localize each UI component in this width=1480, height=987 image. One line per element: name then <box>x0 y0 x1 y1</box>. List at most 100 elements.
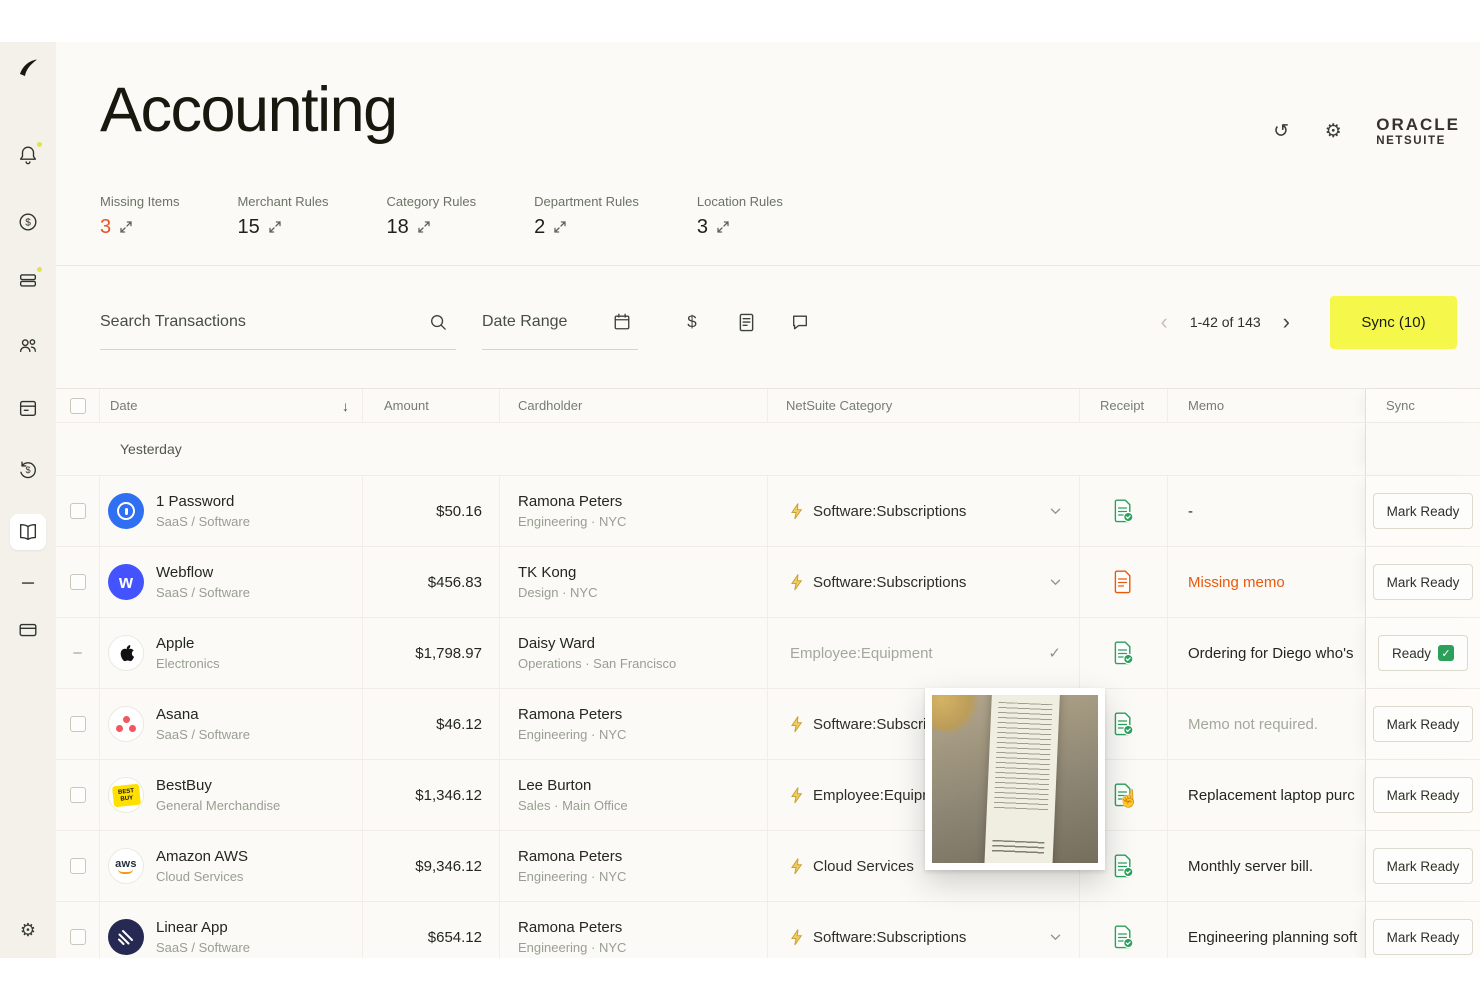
merchant-name: Amazon AWS <box>156 848 248 865</box>
auto-bolt-icon <box>790 929 803 946</box>
expand-icon[interactable] <box>717 216 729 239</box>
app-logo-icon[interactable] <box>16 56 40 80</box>
calendar-icon[interactable] <box>16 396 40 420</box>
mark-ready-button[interactable]: Mark Ready <box>1373 848 1474 884</box>
row-checkbox[interactable] <box>70 858 86 874</box>
column-header-sync[interactable]: Sync <box>1386 398 1415 413</box>
expand-icon[interactable] <box>554 216 566 239</box>
table-row[interactable]: Apple Electronics $1,798.97 Daisy Ward O… <box>56 618 1480 689</box>
brand-line2: NETSUITE <box>1376 135 1460 148</box>
memo-filter-icon[interactable] <box>788 310 812 334</box>
mark-ready-button[interactable]: Mark Ready <box>1373 706 1474 742</box>
table-row[interactable]: BEST BUY BestBuy General Merchandise $1,… <box>56 760 1480 831</box>
brand-line1: ORACLE <box>1376 116 1460 135</box>
select-all-checkbox[interactable] <box>70 398 86 414</box>
settings-gear-icon[interactable]: ⚙ <box>16 918 40 942</box>
hand-cursor-icon: ☝ <box>1118 789 1139 809</box>
cards-stack-icon[interactable] <box>16 268 40 292</box>
filter-icons: $ <box>680 310 812 334</box>
mark-ready-button[interactable]: Mark Ready <box>1373 564 1474 600</box>
notifications-bell-icon[interactable] <box>16 143 40 167</box>
memo[interactable]: Monthly server bill. <box>1168 831 1365 901</box>
people-icon[interactable] <box>16 333 40 357</box>
reimbursements-icon[interactable]: $ <box>16 458 40 482</box>
expand-icon[interactable] <box>418 216 430 239</box>
column-header-receipt[interactable]: Receipt <box>1100 398 1144 413</box>
column-header-amount[interactable]: Amount <box>384 398 429 413</box>
cardholder-name: Ramona Peters <box>518 919 767 936</box>
settings-icon[interactable]: ⚙ <box>1320 119 1346 145</box>
chevron-down-icon <box>1050 934 1061 941</box>
cardholder-detail: Engineering · NYC <box>518 727 767 742</box>
search-placeholder: Search Transactions <box>100 313 246 331</box>
table-row[interactable]: aws Amazon AWS Cloud Services $9,346.12 … <box>56 831 1480 902</box>
history-icon[interactable]: ↺ <box>1268 119 1294 145</box>
cardholder-name: Ramona Peters <box>518 706 767 723</box>
table-row[interactable]: w Webflow SaaS / Software $456.83 TK Kon… <box>56 547 1480 618</box>
column-header-memo[interactable]: Memo <box>1188 398 1224 413</box>
receipt-verified-icon[interactable] <box>1113 925 1134 949</box>
stat-label: Category Rules <box>387 194 477 209</box>
receipt-verified-icon[interactable] <box>1113 499 1134 523</box>
stat-value: 3 <box>697 216 708 239</box>
main-content: Accounting ↺ ⚙ ORACLE NETSUITE Missing I… <box>56 42 1480 987</box>
column-header-date[interactable]: Date <box>110 398 137 413</box>
receipt-verified-icon[interactable] <box>1113 854 1134 878</box>
receipt-verified-icon[interactable] <box>1113 712 1134 736</box>
memo[interactable]: Memo not required. <box>1168 689 1365 759</box>
search-input[interactable]: Search Transactions <box>100 294 456 350</box>
expand-icon[interactable] <box>269 216 281 239</box>
amount-filter-icon[interactable]: $ <box>680 310 704 334</box>
ready-label: Ready <box>1392 646 1431 661</box>
category-select[interactable]: Software:Subscriptions <box>768 476 1080 546</box>
payments-icon[interactable]: $ <box>16 210 40 234</box>
memo[interactable]: Replacement laptop purc <box>1168 760 1365 830</box>
merchant-type: General Merchandise <box>156 798 280 813</box>
sort-desc-icon[interactable]: ↓ <box>342 398 349 414</box>
receipt-missing-icon[interactable] <box>1113 570 1134 594</box>
section-divider <box>56 265 1480 266</box>
row-checkbox[interactable] <box>70 503 86 519</box>
merchant-type: Cloud Services <box>156 869 248 884</box>
column-header-category[interactable]: NetSuite Category <box>786 398 892 413</box>
mark-ready-button[interactable]: Mark Ready <box>1373 777 1474 813</box>
merchant-logo-aws: aws <box>108 848 144 884</box>
stat-merchant-rules: Merchant Rules 15 <box>237 194 328 239</box>
row-checkbox[interactable] <box>70 787 86 803</box>
chevron-down-icon <box>1050 508 1061 515</box>
stat-value: 3 <box>100 216 111 239</box>
transactions-table: Date ↓ Amount Cardholder NetSuite Catego… <box>56 388 1480 973</box>
next-page-icon[interactable]: › <box>1283 311 1290 333</box>
memo[interactable]: - <box>1168 476 1365 546</box>
table-row[interactable]: Asana SaaS / Software $46.12 Ramona Pete… <box>56 689 1480 760</box>
collapse-icon[interactable] <box>16 571 40 595</box>
receipt-preview-popup[interactable] <box>925 688 1105 870</box>
cardholder-name: TK Kong <box>518 564 767 581</box>
memo[interactable]: Ordering for Diego who's <box>1168 618 1365 688</box>
row-checkbox[interactable] <box>70 929 86 945</box>
row-checkbox[interactable] <box>70 574 86 590</box>
category-select[interactable]: Software:Subscriptions <box>768 547 1080 617</box>
ready-button[interactable]: Ready ✓ <box>1378 635 1468 671</box>
column-header-cardholder[interactable]: Cardholder <box>518 398 582 413</box>
mark-ready-button[interactable]: Mark Ready <box>1373 919 1474 955</box>
wallet-card-icon[interactable] <box>16 618 40 642</box>
memo[interactable]: Missing memo <box>1168 547 1365 617</box>
merchant-name: Apple <box>156 635 220 652</box>
table-row[interactable]: 1 Password SaaS / Software $50.16 Ramona… <box>56 476 1480 547</box>
prev-page-icon[interactable]: ‹ <box>1161 311 1168 333</box>
date-range-picker[interactable]: Date Range <box>482 294 638 350</box>
auto-bolt-icon <box>790 503 803 520</box>
receipt-filter-icon[interactable] <box>734 310 758 334</box>
mark-ready-button[interactable]: Mark Ready <box>1373 493 1474 529</box>
row-indeterminate-mark[interactable] <box>73 644 81 662</box>
expand-icon[interactable] <box>120 216 132 239</box>
receipt-verified-icon[interactable] <box>1113 641 1134 665</box>
stats-row: Missing Items 3 Merchant Rules 15 Catego… <box>100 194 783 239</box>
cards-dot <box>35 265 44 274</box>
check-icon: ✓ <box>1438 645 1454 661</box>
receipt-photo <box>932 695 1098 863</box>
sync-button[interactable]: Sync (10) <box>1330 296 1457 349</box>
row-checkbox[interactable] <box>70 716 86 732</box>
accounting-book-icon[interactable] <box>16 520 40 544</box>
